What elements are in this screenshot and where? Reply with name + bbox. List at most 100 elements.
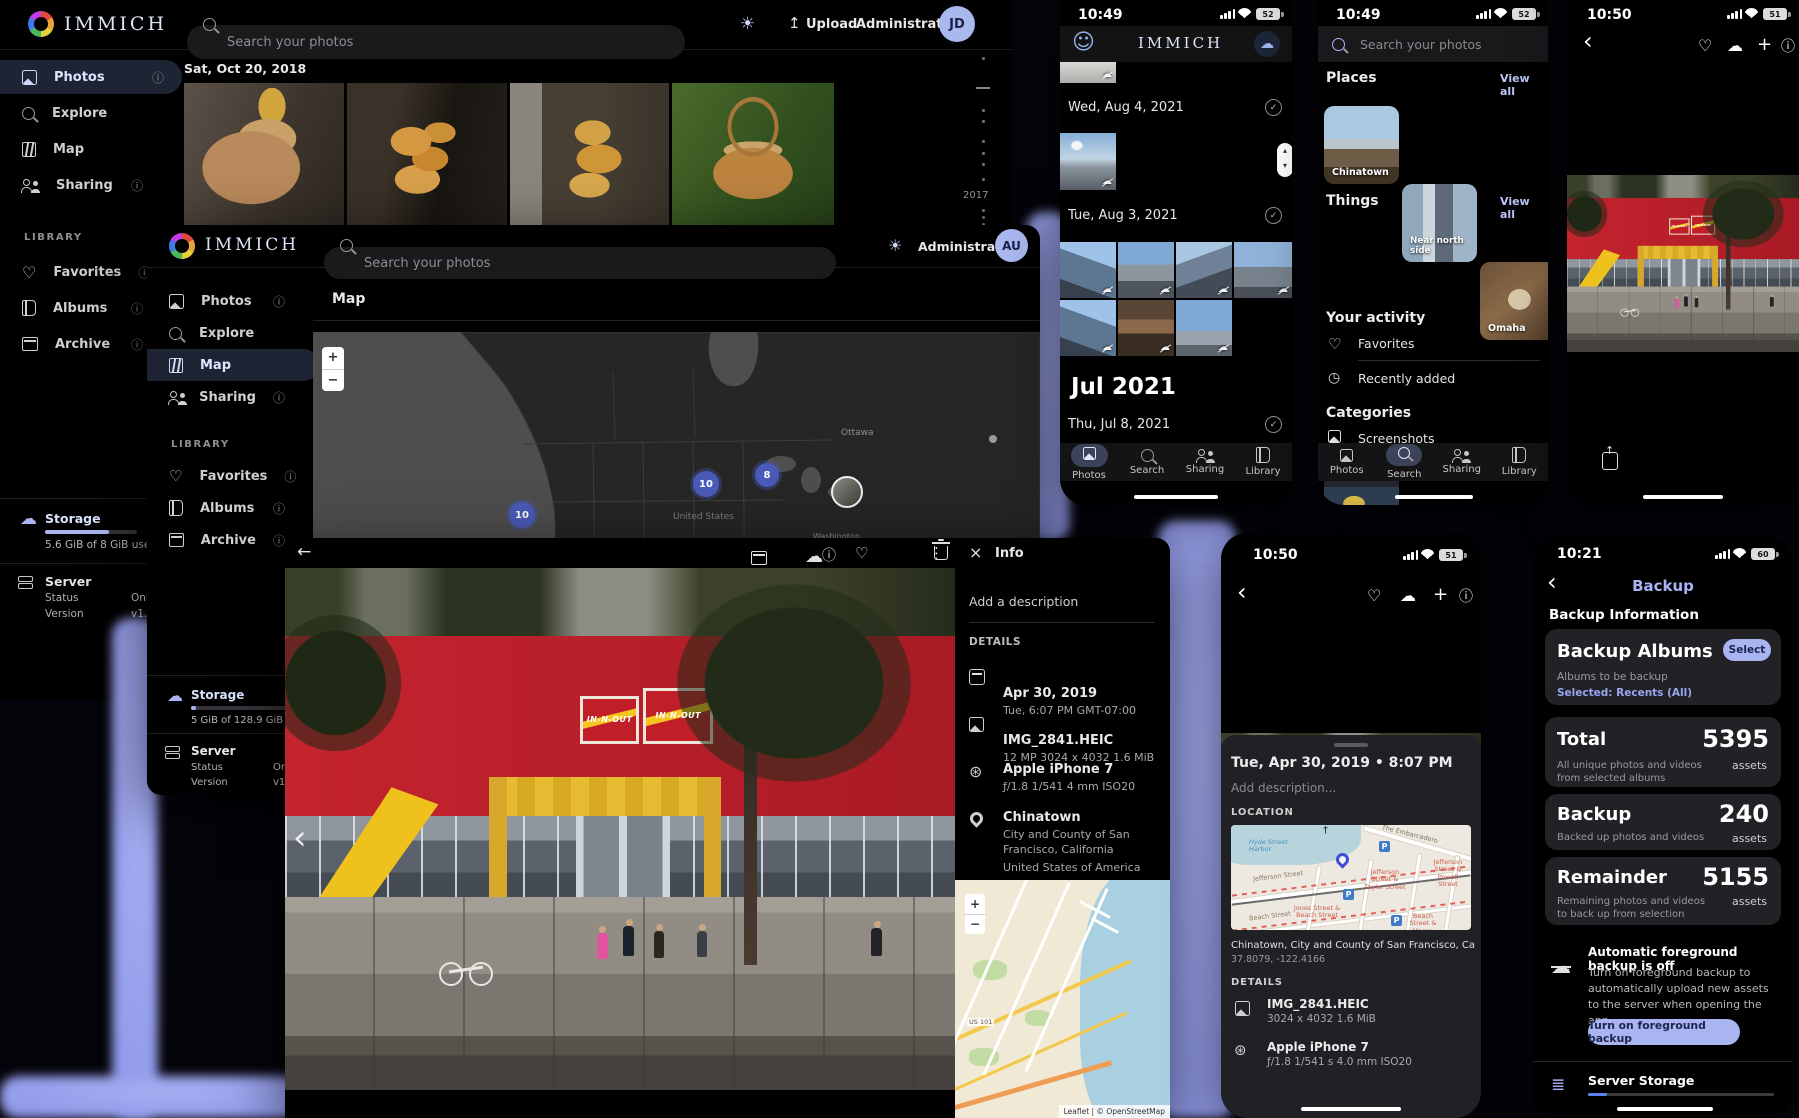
- close-info-icon[interactable]: ×: [969, 543, 982, 562]
- photo-thumbnail[interactable]: [184, 83, 344, 229]
- more-options-icon[interactable]: ⋮: [929, 544, 944, 562]
- theme-toggle-sun-icon[interactable]: ☀: [888, 236, 902, 255]
- select-day-check-icon[interactable]: ✓: [1265, 99, 1282, 116]
- turn-on-foreground-backup-button[interactable]: Turn on foreground backup: [1588, 1019, 1740, 1045]
- add-to-album-plus-icon[interactable]: +: [1433, 584, 1448, 605]
- avatar[interactable]: JD: [939, 6, 975, 42]
- nav-item-photos[interactable]: Photos: [1061, 444, 1117, 481]
- nav-item-library[interactable]: Library: [1235, 447, 1291, 477]
- favorite-heart-icon[interactable]: ♡: [1367, 586, 1381, 605]
- place-card-near-north-side[interactable]: Near north side: [1402, 184, 1477, 262]
- photo-thumbnail[interactable]: ☁: [1176, 242, 1232, 298]
- back-chevron-icon[interactable]: ‹: [1583, 30, 1593, 52]
- cloud-upload-icon[interactable]: ☁: [1727, 36, 1743, 55]
- server-status-smiley-icon[interactable]: ☺: [1072, 30, 1095, 55]
- nav-item-photos[interactable]: Photos: [1319, 449, 1375, 476]
- map-cluster-marker[interactable]: 10: [693, 471, 719, 497]
- map-cluster-marker[interactable]: 10: [509, 502, 535, 528]
- search-bar[interactable]: [324, 230, 836, 262]
- sidebar-item-albums[interactable]: Albums ⓘ: [147, 492, 313, 524]
- map-photo-marker[interactable]: [831, 476, 863, 508]
- search-header[interactable]: Search your photos: [1318, 26, 1548, 62]
- zoom-out-button[interactable]: −: [965, 915, 985, 934]
- backup-avatar[interactable]: ☁: [1254, 31, 1280, 57]
- nav-item-sharing[interactable]: Sharing: [1434, 449, 1490, 475]
- photo-thumbnail-partial[interactable]: ☁: [1060, 62, 1116, 83]
- upload-button[interactable]: Upload: [806, 17, 857, 32]
- sidebar-item-map-selected[interactable]: Map: [147, 349, 319, 381]
- favorite-heart-icon[interactable]: ♡: [1698, 36, 1712, 55]
- sidebar-item-photos[interactable]: Photos ⓘ: [0, 60, 182, 94]
- photo-thumbnail[interactable]: ☁: [1118, 242, 1174, 298]
- sidebar-item-sharing[interactable]: Sharing ⓘ: [0, 168, 183, 202]
- places-view-all[interactable]: View all: [1500, 72, 1548, 98]
- photo-thumbnail[interactable]: ☁: [1118, 300, 1174, 356]
- activity-item-recently-added[interactable]: ◷ Recently added: [1318, 368, 1548, 390]
- search-bar[interactable]: [187, 8, 685, 42]
- cloud-off-icon: ☁: [1218, 285, 1228, 295]
- select-albums-button[interactable]: Select: [1723, 639, 1771, 661]
- photo-viewer[interactable]: IN-N-OUT IN-N-OUT: [1567, 175, 1799, 352]
- sidebar-item-photos[interactable]: Photos ⓘ: [147, 285, 313, 317]
- storage-progress-fill: [191, 706, 196, 710]
- photo-thumbnail[interactable]: [510, 83, 669, 229]
- map-cluster-marker[interactable]: 8: [755, 463, 779, 487]
- zoom-in-button[interactable]: +: [322, 347, 344, 370]
- sheet-drag-handle[interactable]: [1334, 743, 1368, 747]
- add-to-album-plus-icon[interactable]: +: [1757, 34, 1772, 55]
- nav-item-search-selected[interactable]: Search: [1376, 444, 1432, 480]
- cloud-backup-icon[interactable]: ☁: [805, 548, 823, 566]
- location-map[interactable]: P P P † Hyde Street Harbor Jefferson Str…: [1231, 825, 1471, 930]
- sidebar-item-explore[interactable]: Explore: [0, 96, 183, 130]
- info-icon[interactable]: ⓘ: [1459, 586, 1473, 606]
- select-day-check-icon[interactable]: ✓: [1265, 207, 1282, 224]
- search-placeholder[interactable]: Search your photos: [1360, 37, 1482, 52]
- add-description-field[interactable]: Add description...: [1231, 781, 1336, 795]
- location-map[interactable]: US 101 + − Leaflet | © OpenStreetMap: [955, 880, 1170, 1118]
- back-icon[interactable]: ←: [297, 542, 311, 562]
- activity-item-favorites[interactable]: ♡ Favorites: [1318, 333, 1548, 355]
- home-indicator: [1301, 1107, 1401, 1111]
- select-day-check-icon[interactable]: ✓: [1265, 416, 1282, 433]
- nav-item-sharing[interactable]: Sharing: [1177, 449, 1233, 475]
- photo-thumbnail[interactable]: ☁: [1234, 242, 1292, 298]
- photo-thumbnail[interactable]: [347, 83, 507, 229]
- stat-unit: assets: [1732, 895, 1767, 908]
- photo-thumbnail[interactable]: ☁: [1060, 242, 1116, 298]
- theme-toggle-sun-icon[interactable]: ☀: [740, 14, 755, 34]
- info-icon[interactable]: ⓘ: [1781, 36, 1795, 56]
- avatar[interactable]: AU: [995, 229, 1028, 262]
- cloud-upload-icon[interactable]: ☁: [1400, 586, 1416, 605]
- search-input[interactable]: [324, 247, 836, 279]
- info-action-icon[interactable]: ⓘ: [822, 545, 836, 565]
- photo-thumbnail[interactable]: ☁: [1060, 300, 1116, 356]
- sidebar-item-sharing[interactable]: Sharing ⓘ: [147, 381, 313, 413]
- map-zoom-control[interactable]: + −: [965, 894, 985, 934]
- back-chevron-icon[interactable]: ‹: [1237, 581, 1247, 603]
- search-input[interactable]: [187, 25, 685, 59]
- sidebar-item-favorites[interactable]: ♡ Favorites ⓘ: [147, 460, 313, 492]
- things-view-all[interactable]: View all: [1500, 195, 1548, 221]
- sidebar-item-map[interactable]: Map: [0, 132, 183, 166]
- map-dot-marker[interactable]: [989, 435, 997, 443]
- zoom-out-button[interactable]: −: [322, 370, 344, 391]
- nav-item-search[interactable]: Search: [1119, 449, 1175, 476]
- detail-camera: Apple iPhone 7: [1003, 762, 1159, 777]
- photo-thumbnail[interactable]: ☁: [1060, 133, 1116, 190]
- photo-viewer[interactable]: IN-N-OUT IN-N-OUT ‹: [285, 568, 955, 1090]
- timeline-scrubber[interactable]: 2017: [960, 50, 1006, 240]
- archive-action-icon[interactable]: [751, 551, 767, 565]
- zoom-in-button[interactable]: +: [965, 894, 985, 915]
- photo-thumbnail[interactable]: ☁: [1176, 300, 1232, 356]
- sidebar-item-explore[interactable]: Explore: [147, 317, 313, 349]
- detail-bottom-sheet[interactable]: Tue, Apr 30, 2019 • 8:07 PM Add descript…: [1221, 735, 1481, 1118]
- nav-item-library[interactable]: Library: [1491, 447, 1547, 477]
- photo-thumbnail[interactable]: [672, 83, 834, 229]
- add-description-field[interactable]: Add a description: [969, 594, 1078, 609]
- place-card-chinatown[interactable]: Chinatown: [1324, 106, 1399, 184]
- timeline-scroll-handle[interactable]: ▴ ▾: [1277, 143, 1292, 177]
- map-zoom-control[interactable]: + −: [322, 347, 344, 391]
- favorite-heart-icon[interactable]: ♡: [855, 544, 868, 562]
- previous-photo-chevron[interactable]: ‹: [293, 818, 307, 858]
- place-card-omaha[interactable]: Omaha: [1480, 262, 1548, 340]
